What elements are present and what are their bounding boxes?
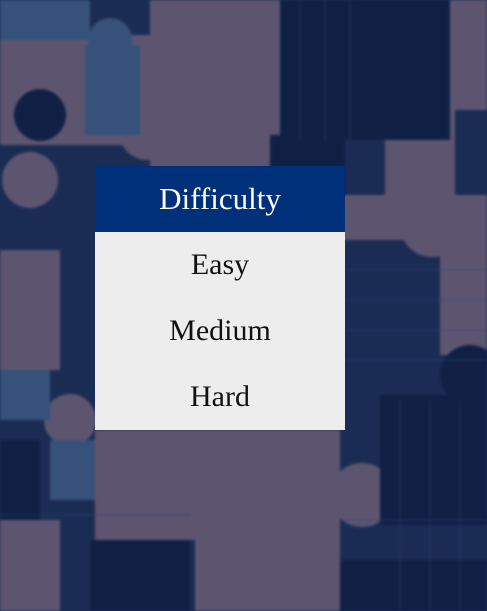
menu-title: Difficulty xyxy=(95,166,345,232)
option-easy[interactable]: Easy xyxy=(95,232,345,298)
difficulty-menu: Difficulty Easy Medium Hard xyxy=(95,166,345,430)
game-screen: Difficulty Easy Medium Hard xyxy=(0,0,487,611)
option-medium[interactable]: Medium xyxy=(95,298,345,364)
option-hard[interactable]: Hard xyxy=(95,364,345,430)
